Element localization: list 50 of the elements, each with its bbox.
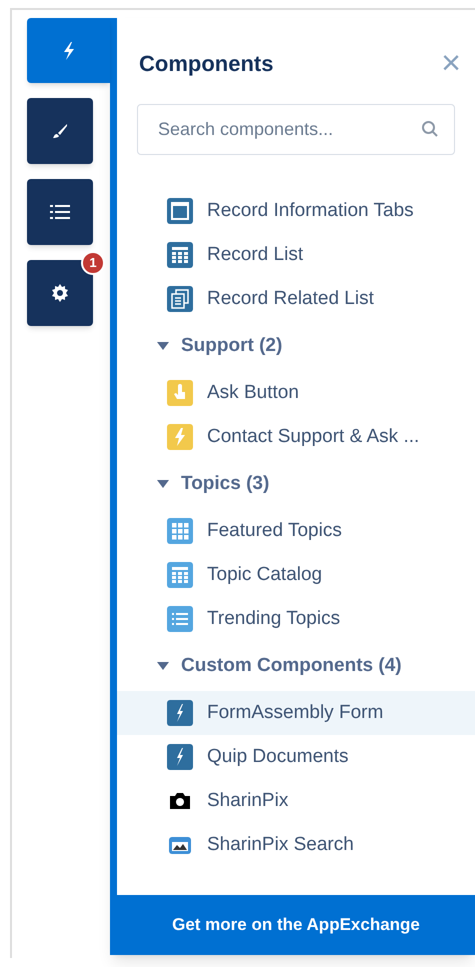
- component-item[interactable]: Ask Button: [117, 371, 475, 415]
- table-icon: [167, 242, 193, 268]
- notification-badge: 1: [81, 251, 105, 275]
- lightning-icon: [167, 700, 193, 726]
- stacked-list-icon: [167, 286, 193, 312]
- component-item[interactable]: Contact Support & Ask ...: [117, 415, 475, 459]
- component-label: SharinPix: [207, 788, 288, 813]
- section-header[interactable]: Topics (3): [117, 459, 475, 509]
- component-label: FormAssembly Form: [207, 700, 384, 725]
- component-item[interactable]: Topic Catalog: [117, 553, 475, 597]
- component-item[interactable]: FormAssembly Form: [117, 691, 475, 735]
- appexchange-link[interactable]: Get more on the AppExchange: [117, 895, 475, 955]
- caret-icon: [157, 480, 169, 488]
- tabs-icon: [167, 198, 193, 224]
- lightning-icon: [62, 42, 76, 60]
- component-label: Topic Catalog: [207, 562, 322, 587]
- lightning-icon: [167, 744, 193, 770]
- component-item[interactable]: Record List: [117, 233, 475, 277]
- lightning-icon: [167, 424, 193, 450]
- component-label: Record Related List: [207, 286, 374, 311]
- component-label: Featured Topics: [207, 518, 342, 543]
- component-label: Record Information Tabs: [207, 198, 414, 223]
- component-label: Contact Support & Ask ...: [207, 424, 420, 449]
- caret-icon: [157, 662, 169, 670]
- component-item[interactable]: Featured Topics: [117, 509, 475, 553]
- component-item[interactable]: Trending Topics: [117, 597, 475, 641]
- gear-icon: [51, 284, 69, 302]
- pointer-hand-icon: [167, 380, 193, 406]
- search-icon: [421, 120, 439, 138]
- caret-icon: [157, 342, 169, 350]
- component-label: Record List: [207, 242, 304, 267]
- section-header[interactable]: Support (2): [117, 321, 475, 371]
- grid-icon: [167, 518, 193, 544]
- component-item[interactable]: SharinPix Search: [117, 823, 475, 867]
- section-header[interactable]: Custom Components (4): [117, 641, 475, 691]
- brush-icon: [52, 123, 68, 139]
- component-item[interactable]: Record Information Tabs: [117, 189, 475, 233]
- component-label: Ask Button: [207, 380, 299, 405]
- component-label: Quip Documents: [207, 744, 349, 769]
- component-item[interactable]: Quip Documents: [117, 735, 475, 779]
- sidebar-tab[interactable]: [27, 179, 93, 245]
- search-field[interactable]: Search components...: [137, 104, 455, 155]
- component-label: Trending Topics: [207, 606, 340, 631]
- component-item[interactable]: SharinPix: [117, 779, 475, 823]
- component-item[interactable]: Record Related List: [117, 277, 475, 321]
- table-icon: [167, 562, 193, 588]
- panel-title: Components: [139, 50, 274, 78]
- component-label: SharinPix Search: [207, 832, 354, 857]
- list-icon: [50, 205, 70, 219]
- list-icon: [167, 606, 193, 632]
